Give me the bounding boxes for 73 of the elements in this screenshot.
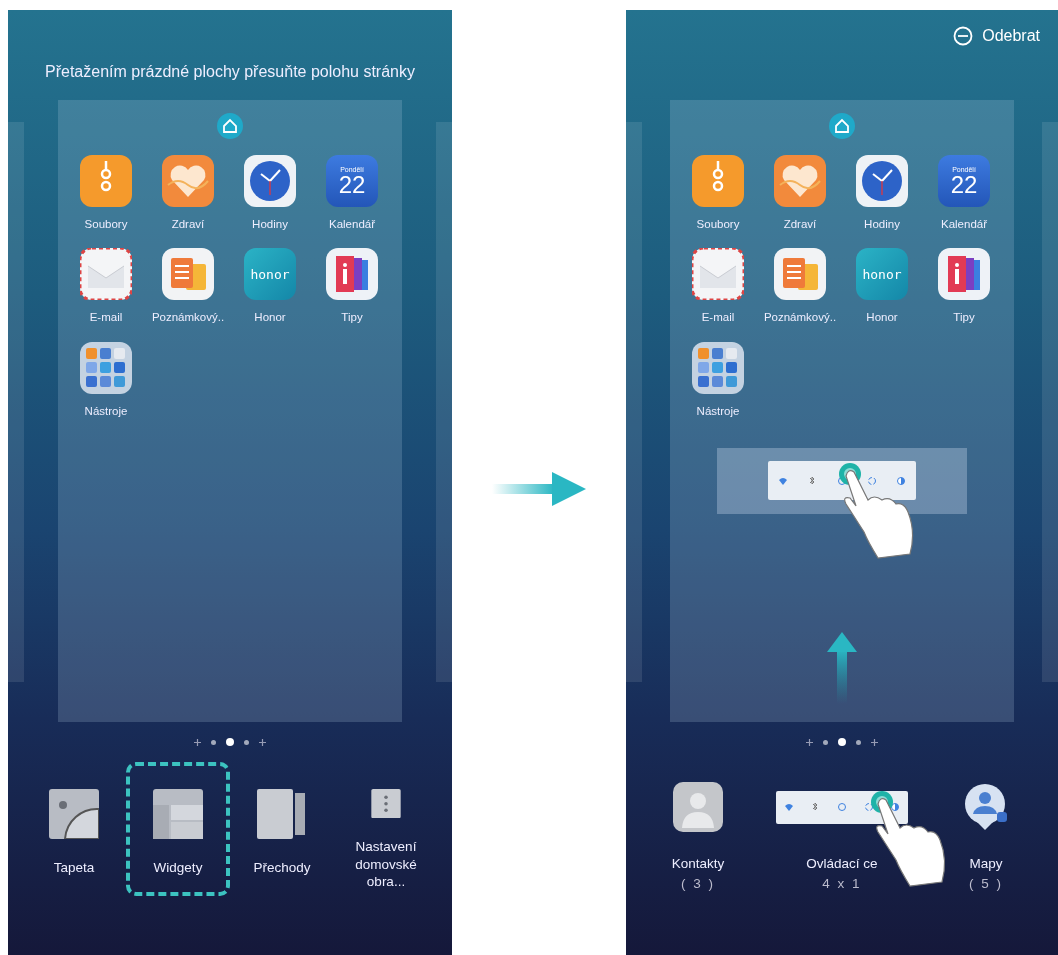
app-label: Hodiny <box>252 217 288 232</box>
menu-option[interactable]: Widgety <box>126 762 230 896</box>
calendar-date: 22 <box>950 172 978 197</box>
widget-count: ( 3 ) <box>681 875 715 894</box>
app-label: Honor <box>254 310 286 326</box>
widget-name: Mapy <box>969 855 1003 873</box>
wifi-icon <box>777 475 788 486</box>
app-label: E-mail <box>89 310 123 326</box>
logo-icon[interactable]: honor <box>244 248 296 301</box>
book-icon[interactable] <box>326 248 378 301</box>
person-pin-icon[interactable] <box>963 782 1009 832</box>
menu-option[interactable]: Tapeta <box>22 762 126 896</box>
brightness-icon <box>896 475 907 486</box>
app-label: Zdraví <box>171 217 205 232</box>
app-label: E-mail <box>701 310 735 326</box>
home-icon[interactable] <box>828 112 856 140</box>
app-label: Kalendář <box>328 217 375 232</box>
menu-option[interactable]: Nastavení domovské obra... <box>334 762 438 896</box>
clock-icon[interactable] <box>856 155 908 207</box>
page-dot[interactable] <box>226 738 234 746</box>
notepad-icon[interactable] <box>162 248 214 301</box>
page-dot[interactable] <box>244 739 249 745</box>
menu-option[interactable]: Přechody <box>230 762 334 896</box>
notepad-icon[interactable] <box>774 248 826 301</box>
add-page-icon[interactable] <box>871 736 878 748</box>
app-label: Tipy <box>341 310 363 326</box>
app-label: Poznámkový.. <box>763 310 837 326</box>
circle-icon <box>837 802 847 812</box>
app-folder-icon[interactable] <box>80 341 132 394</box>
wallpaper-icon <box>49 789 99 839</box>
widget-layout-icon <box>153 789 203 839</box>
app-label: Honor <box>866 310 898 326</box>
app-label: Soubory <box>84 217 128 232</box>
home-icon[interactable] <box>216 112 244 140</box>
circle-icon <box>837 475 847 486</box>
app-label: Zdraví <box>783 217 817 232</box>
envelope-icon[interactable] <box>692 248 744 301</box>
contact-icon[interactable] <box>673 782 723 832</box>
widget-count: ( 5 ) <box>969 875 1003 894</box>
app-label: Kalendář <box>940 217 987 232</box>
app-label: Tipy <box>953 310 975 326</box>
file-folder-icon[interactable] <box>80 155 132 207</box>
widget-count: 4 x 1 <box>822 875 862 894</box>
app-label: Nástroje <box>84 403 128 419</box>
transition-cards-icon <box>257 789 307 839</box>
widget-name: Ovládací ce <box>806 855 878 873</box>
logo-text: honor <box>862 265 902 284</box>
book-icon[interactable] <box>938 248 990 301</box>
page-dot[interactable] <box>856 739 861 745</box>
add-page-icon[interactable] <box>259 736 266 748</box>
widget-name: Kontakty <box>671 855 725 873</box>
add-page-icon[interactable] <box>806 736 813 748</box>
page-dot[interactable] <box>211 739 216 745</box>
clock-icon[interactable] <box>244 155 296 207</box>
wifi-icon <box>783 802 794 812</box>
page-dot[interactable] <box>838 738 846 746</box>
calendar-date: 22 <box>338 172 366 197</box>
hint-text: Přetažením prázdné plochy přesuňte polohu stránky <box>45 62 415 82</box>
sync-icon <box>863 802 874 812</box>
logo-icon[interactable]: honor <box>856 248 908 301</box>
app-label: Soubory <box>696 217 740 232</box>
file-folder-icon[interactable] <box>692 155 744 207</box>
page-dot[interactable] <box>823 739 828 745</box>
sync-icon <box>866 475 877 486</box>
app-label: Hodiny <box>864 217 900 232</box>
minus-icon <box>953 26 974 46</box>
app-label: Nástroje <box>696 403 740 419</box>
logo-text: honor <box>250 265 290 284</box>
app-folder-icon[interactable] <box>692 341 744 394</box>
app-label: Poznámkový.. <box>151 310 225 326</box>
envelope-icon[interactable] <box>80 248 132 301</box>
add-page-icon[interactable] <box>194 736 201 748</box>
remove-button[interactable]: Odebrat <box>953 24 1040 48</box>
